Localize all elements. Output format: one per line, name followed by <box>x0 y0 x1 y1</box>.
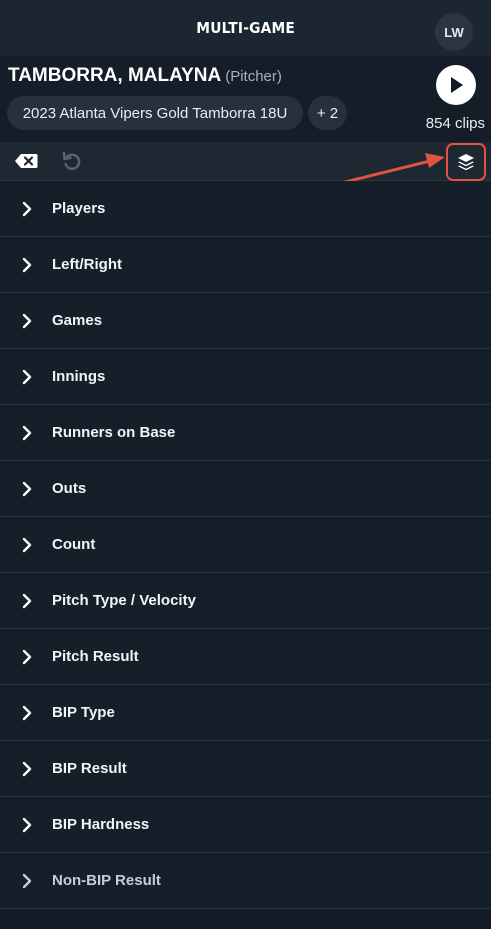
filter-label: Players <box>52 200 106 217</box>
player-header: TAMBORRA, MALAYNA (Pitcher) 2023 Atlanta … <box>0 56 491 142</box>
chevron-right-icon <box>17 199 37 219</box>
filter-label: BIP Result <box>52 760 127 777</box>
filter-label: BIP Type <box>52 704 115 721</box>
filter-row-innings[interactable]: Innings <box>0 349 491 405</box>
filter-label: BIP Hardness <box>52 816 150 833</box>
page-title: MULTI-GAME <box>196 19 295 37</box>
chevron-right-icon <box>17 815 37 835</box>
bottom-strip <box>0 911 491 929</box>
user-avatar[interactable]: LW <box>435 13 473 51</box>
filter-row-left-right[interactable]: Left/Right <box>0 237 491 293</box>
chevron-right-icon <box>17 759 37 779</box>
backspace-icon <box>15 154 38 168</box>
top-bar: MULTI-GAME LW <box>0 0 491 56</box>
more-teams-chip[interactable]: + 2 <box>308 96 347 130</box>
player-name: TAMBORRA, MALAYNA <box>8 65 222 86</box>
filter-row-games[interactable]: Games <box>0 293 491 349</box>
clips-count: 854 clips <box>425 115 485 132</box>
filter-row-players[interactable]: Players <box>0 181 491 237</box>
chevron-right-icon <box>17 703 37 723</box>
filter-row-pitch-result[interactable]: Pitch Result <box>0 629 491 685</box>
filter-label: Pitch Result <box>52 648 139 665</box>
undo-button[interactable] <box>60 150 84 172</box>
filter-row-count[interactable]: Count <box>0 517 491 573</box>
filter-row-non-bip-result[interactable]: Non-BIP Result <box>0 853 491 909</box>
clear-filters-button[interactable] <box>14 150 38 172</box>
undo-icon <box>62 151 81 170</box>
chevron-right-icon <box>17 871 37 891</box>
layers-icon <box>458 154 474 171</box>
player-name-line: TAMBORRA, MALAYNA (Pitcher) <box>8 65 282 87</box>
play-button[interactable] <box>436 65 476 105</box>
player-role: (Pitcher) <box>225 68 282 85</box>
filter-row-outs[interactable]: Outs <box>0 461 491 517</box>
filter-label: Innings <box>52 368 106 385</box>
filter-label: Count <box>52 536 96 553</box>
filter-label: Outs <box>52 480 87 497</box>
filter-row-bip-hardness[interactable]: BIP Hardness <box>0 797 491 853</box>
filter-row-runners-on-base[interactable]: Runners on Base <box>0 405 491 461</box>
filter-label: Pitch Type / Velocity <box>52 592 196 609</box>
filter-toolbar <box>0 142 491 181</box>
filter-label: Left/Right <box>52 256 122 273</box>
chevron-right-icon <box>17 311 37 331</box>
filter-row-pitch-type-velocity[interactable]: Pitch Type / Velocity <box>0 573 491 629</box>
chevron-right-icon <box>17 423 37 443</box>
chevron-right-icon <box>17 535 37 555</box>
filter-label: Runners on Base <box>52 424 176 441</box>
filter-label: Non-BIP Result <box>52 872 161 889</box>
filter-row-bip-type[interactable]: BIP Type <box>0 685 491 741</box>
filter-label: Games <box>52 312 103 329</box>
play-icon <box>451 77 463 93</box>
layers-button[interactable] <box>446 143 486 181</box>
chevron-right-icon <box>17 647 37 667</box>
team-chip[interactable]: 2023 Atlanta Vipers Gold Tamborra 18U <box>7 96 303 130</box>
chevron-right-icon <box>17 255 37 275</box>
chevron-right-icon <box>17 479 37 499</box>
chevron-right-icon <box>17 367 37 387</box>
chevron-right-icon <box>17 591 37 611</box>
filter-list: Players Left/Right Games Innings Runners… <box>0 181 491 909</box>
filter-row-bip-result[interactable]: BIP Result <box>0 741 491 797</box>
app-screen: MULTI-GAME LW TAMBORRA, MALAYNA (Pitcher)… <box>0 0 491 929</box>
